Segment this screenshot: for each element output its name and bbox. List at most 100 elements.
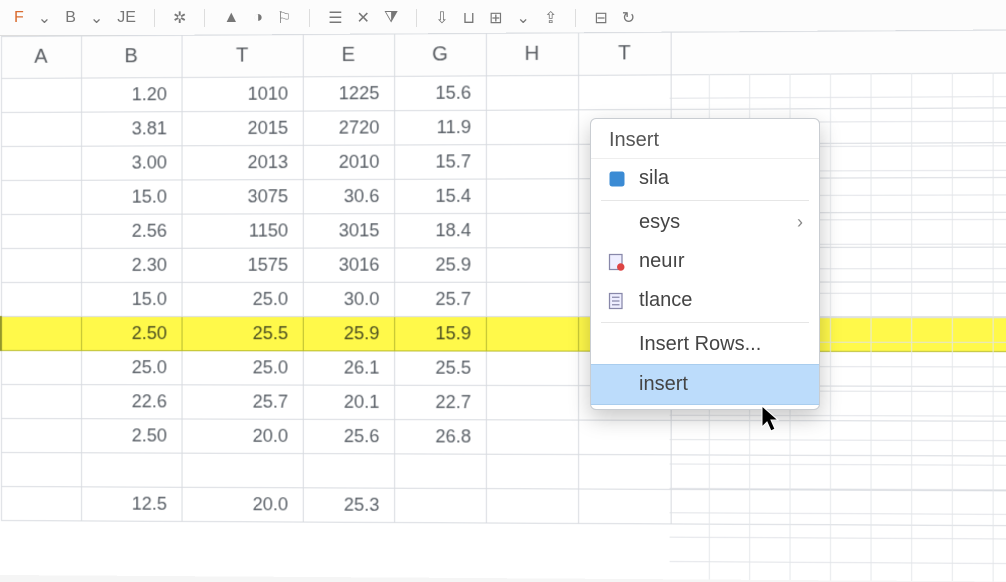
cell[interactable] bbox=[578, 489, 671, 524]
format-icon[interactable]: ✲ bbox=[173, 8, 186, 28]
cell[interactable]: 15.4 bbox=[394, 179, 486, 214]
cell[interactable]: 2010 bbox=[303, 145, 394, 180]
cell[interactable]: 3.00 bbox=[81, 146, 181, 180]
cell[interactable]: 25.0 bbox=[182, 282, 303, 316]
spreadsheet-grid[interactable]: A B T E G H T 1.201010122515.63.81201527… bbox=[0, 29, 1006, 581]
cell[interactable] bbox=[486, 351, 578, 386]
align-icon[interactable]: ☰ bbox=[328, 8, 342, 28]
cell[interactable] bbox=[1, 248, 81, 282]
cell[interactable]: 30.6 bbox=[303, 179, 394, 214]
cell[interactable]: 25.9 bbox=[303, 317, 394, 351]
cell[interactable] bbox=[486, 144, 578, 179]
cell[interactable]: 25.5 bbox=[182, 317, 303, 351]
cell[interactable]: 2.50 bbox=[81, 317, 181, 351]
cell[interactable] bbox=[486, 179, 578, 214]
cell[interactable]: 1010 bbox=[182, 77, 303, 112]
cell[interactable]: 26.1 bbox=[303, 351, 394, 385]
cell[interactable]: 15.0 bbox=[81, 180, 181, 214]
cell[interactable] bbox=[394, 454, 486, 489]
cell[interactable]: 25.3 bbox=[303, 488, 394, 523]
cell[interactable]: 25.9 bbox=[394, 248, 486, 282]
cell[interactable]: 20.0 bbox=[182, 487, 303, 522]
bold-button[interactable]: B bbox=[65, 9, 76, 27]
cell[interactable] bbox=[486, 317, 578, 351]
cell[interactable] bbox=[303, 454, 394, 489]
resize-dropdown-icon[interactable]: ⌄ bbox=[517, 8, 530, 28]
cell[interactable]: 3016 bbox=[303, 248, 394, 282]
cell[interactable]: 2013 bbox=[182, 145, 303, 180]
underline-dropdown-chevron[interactable]: ⌄ bbox=[90, 8, 103, 28]
cell[interactable]: 2720 bbox=[303, 111, 394, 146]
cell[interactable]: 15.7 bbox=[394, 145, 486, 180]
cell[interactable] bbox=[1, 112, 81, 146]
cell[interactable] bbox=[1, 453, 81, 487]
cell[interactable]: 2.56 bbox=[81, 214, 181, 248]
column-header-row[interactable]: A B T E G H T bbox=[1, 30, 1006, 79]
cell[interactable] bbox=[1, 385, 81, 419]
export-icon[interactable]: ⇪ bbox=[544, 8, 557, 28]
col-header-rest[interactable] bbox=[671, 30, 1006, 75]
cell[interactable]: 3075 bbox=[182, 180, 303, 215]
cell[interactable]: 20.0 bbox=[182, 419, 303, 454]
cell[interactable]: 25.0 bbox=[182, 351, 303, 385]
download-icon[interactable]: ⇩ bbox=[435, 8, 448, 28]
clear-icon[interactable]: ✕ bbox=[357, 8, 370, 28]
col-header-h[interactable]: H bbox=[486, 33, 578, 76]
cell[interactable] bbox=[486, 75, 578, 110]
context-menu-item[interactable]: insert bbox=[591, 364, 819, 405]
cell[interactable]: 3.81 bbox=[81, 112, 181, 147]
cell[interactable] bbox=[81, 453, 181, 487]
cell[interactable] bbox=[486, 489, 578, 524]
palette-icon[interactable]: ◑ bbox=[253, 9, 263, 27]
cell[interactable]: 25.7 bbox=[182, 385, 303, 419]
cell[interactable] bbox=[1, 317, 81, 351]
cell[interactable]: 1150 bbox=[182, 214, 303, 248]
col-header-a[interactable]: A bbox=[1, 36, 81, 79]
cell[interactable]: 2015 bbox=[182, 111, 303, 146]
col-header-t[interactable]: T bbox=[182, 35, 303, 78]
tray-icon[interactable]: ⊔ bbox=[463, 8, 475, 28]
cell[interactable] bbox=[486, 110, 578, 145]
col-header-t2[interactable]: T bbox=[578, 32, 671, 75]
cell[interactable] bbox=[1, 351, 81, 385]
cell[interactable] bbox=[1, 487, 81, 521]
cell[interactable]: 20.1 bbox=[303, 385, 394, 419]
col-header-b[interactable]: B bbox=[81, 35, 181, 78]
cell[interactable]: 25.0 bbox=[81, 351, 181, 385]
cell[interactable]: 11.9 bbox=[394, 110, 486, 145]
cell[interactable] bbox=[578, 75, 671, 110]
context-menu-item[interactable]: neuır bbox=[591, 242, 819, 281]
cell[interactable] bbox=[486, 454, 578, 489]
cell[interactable] bbox=[1, 282, 81, 316]
cell[interactable] bbox=[578, 420, 671, 455]
filter-icon[interactable]: ⧩ bbox=[384, 9, 398, 27]
cell[interactable]: 2.30 bbox=[81, 248, 181, 282]
cell[interactable]: 26.8 bbox=[394, 420, 486, 455]
cell[interactable]: 15.0 bbox=[81, 282, 181, 316]
cell[interactable]: 25.6 bbox=[303, 419, 394, 454]
underline-button[interactable]: JE bbox=[117, 9, 136, 27]
cell[interactable] bbox=[486, 248, 578, 283]
refresh-icon[interactable]: ↻ bbox=[622, 8, 635, 28]
context-menu-item[interactable]: sila bbox=[591, 159, 819, 198]
shape-icon[interactable]: ▲ bbox=[223, 9, 239, 27]
cell[interactable] bbox=[1, 214, 81, 248]
cell[interactable] bbox=[578, 455, 671, 490]
cell[interactable] bbox=[486, 385, 578, 420]
cell[interactable]: 12.5 bbox=[81, 487, 181, 522]
cell[interactable] bbox=[1, 146, 81, 180]
cell[interactable] bbox=[486, 420, 578, 455]
context-menu[interactable]: Insert silaesys›neuırtlanceInsert Rows..… bbox=[590, 118, 820, 410]
cell[interactable]: 1.20 bbox=[81, 78, 181, 113]
cell[interactable]: 1575 bbox=[182, 248, 303, 282]
cell[interactable]: 3015 bbox=[303, 214, 394, 248]
col-header-e[interactable]: E bbox=[303, 34, 394, 77]
shrink-icon[interactable]: ⊟ bbox=[594, 8, 607, 28]
cell[interactable] bbox=[486, 213, 578, 248]
cell[interactable]: 15.6 bbox=[394, 76, 486, 111]
cell[interactable] bbox=[486, 282, 578, 316]
cell[interactable]: 25.7 bbox=[394, 282, 486, 316]
cell[interactable]: 18.4 bbox=[394, 213, 486, 248]
cell[interactable] bbox=[1, 78, 81, 112]
font-dropdown-chevron[interactable]: ⌄ bbox=[38, 8, 51, 28]
